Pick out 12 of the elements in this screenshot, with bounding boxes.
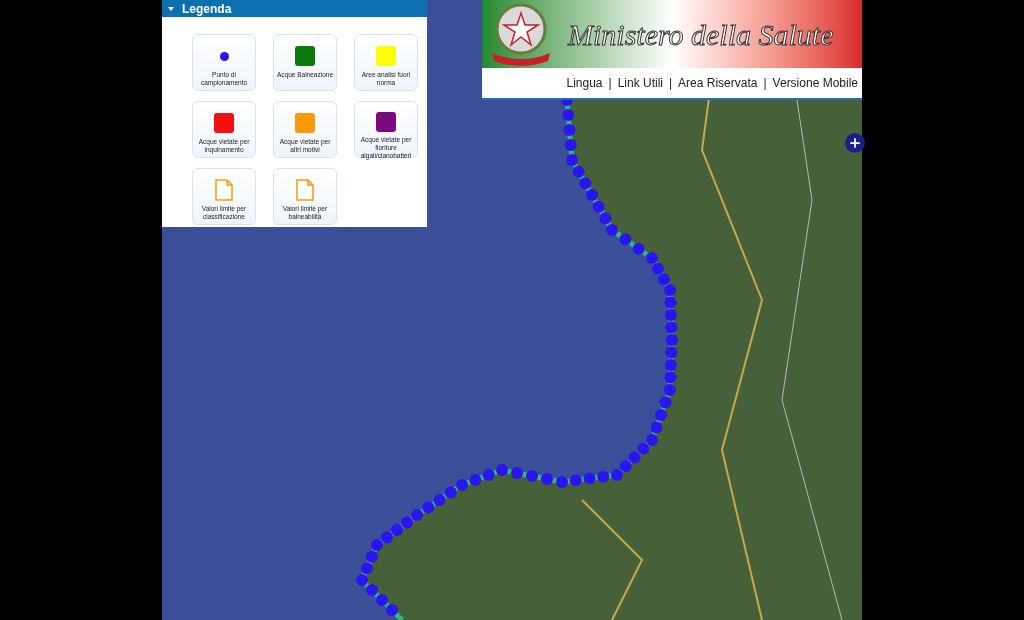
document-icon bbox=[215, 179, 233, 201]
link-separator: | bbox=[763, 75, 767, 92]
header-link[interactable]: Versione Mobile bbox=[772, 74, 858, 92]
header-link[interactable]: Lingua bbox=[566, 74, 603, 92]
plus-icon bbox=[848, 136, 862, 150]
link-separator: | bbox=[669, 75, 673, 92]
document-icon bbox=[296, 179, 314, 201]
link-separator: | bbox=[608, 75, 612, 92]
header-link[interactable]: Link Utili bbox=[617, 74, 663, 92]
header-link[interactable]: Area Riservata bbox=[678, 74, 758, 92]
collapse-triangle-icon[interactable] bbox=[168, 6, 174, 11]
legend-title: Legenda bbox=[182, 0, 232, 18]
